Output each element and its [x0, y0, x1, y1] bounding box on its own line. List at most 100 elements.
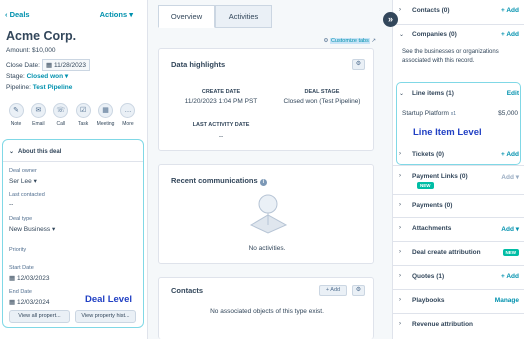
chevron-right-icon: ›	[399, 273, 401, 279]
activity-meeting-button[interactable]: ▦ Meeting	[96, 103, 116, 127]
deal-create-attribution-section[interactable]: › Deal create attribution NEW	[393, 246, 524, 260]
data-highlights-title: Data highlights	[171, 60, 226, 69]
activity-actions: ✎ Note ✉ Email ☏ Call ☑ Task ▦ Meeting … More	[6, 103, 138, 127]
create-date-value: 11/20/2023 1:04 PM PST	[184, 98, 258, 105]
deal-owner-label: Deal owner	[9, 168, 37, 174]
revenue-attribution-section[interactable]: › Revenue attribution	[393, 318, 524, 332]
phone-icon: ☏	[53, 103, 69, 118]
back-to-deals-link[interactable]: ‹ Deals	[5, 10, 30, 19]
line-items-highlight-box: Line Item Level	[396, 82, 521, 165]
chevron-right-icon: ›	[399, 7, 401, 13]
attachments-add[interactable]: Add ▾	[501, 225, 519, 233]
deal-owner-dropdown[interactable]: Ser Lee ▾	[9, 177, 37, 185]
chevron-right-icon: ›	[399, 321, 401, 327]
contacts-section[interactable]: › Contacts (0) + Add	[393, 4, 524, 18]
divider	[393, 165, 524, 166]
activity-email-button[interactable]: ✉ Email	[28, 103, 48, 127]
playbooks-manage[interactable]: Manage	[495, 297, 519, 304]
tab-activities[interactable]: Activities	[215, 5, 272, 28]
payment-links-section-label: Payment Links (0)	[412, 173, 468, 180]
activity-task-button[interactable]: ☑ Task	[73, 103, 93, 127]
divider	[393, 217, 524, 218]
divider	[393, 289, 524, 290]
more-icon: …	[120, 103, 136, 118]
info-icon[interactable]: i	[259, 179, 267, 186]
deal-type-dropdown[interactable]: New Business ▾	[9, 225, 55, 233]
divider	[393, 265, 524, 266]
collapse-sidebar-button[interactable]: »	[383, 12, 398, 27]
data-highlights-card: Data highlights ⚙ CREATE DATE 11/20/2023…	[158, 48, 374, 151]
activity-more-button[interactable]: … More	[118, 103, 138, 127]
start-date-label: Start Date	[9, 265, 34, 271]
last-contacted-label: Last contacted	[9, 192, 45, 198]
calendar-icon: ▦	[9, 275, 16, 282]
actions-dropdown[interactable]: Actions ▾	[100, 10, 133, 19]
priority-label: Priority	[9, 247, 27, 253]
create-date-label: CREATE DATE	[201, 89, 241, 95]
activity-note-button[interactable]: ✎ Note	[6, 103, 26, 127]
quotes-section[interactable]: › Quotes (1) + Add	[393, 270, 524, 284]
activity-label: More	[122, 121, 134, 127]
contacts-empty-text: No associated objects of this type exist…	[210, 308, 324, 315]
companies-description: See the businesses or organizations asso…	[402, 49, 499, 64]
quotes-section-add[interactable]: + Add	[501, 273, 519, 280]
new-badge: NEW	[417, 182, 434, 189]
activity-label: Meeting	[96, 121, 115, 127]
activity-label: Call	[56, 121, 66, 127]
recent-communications-label: Recent communications	[171, 176, 258, 185]
stage-value: Closed won	[26, 73, 64, 80]
divider	[393, 241, 524, 242]
start-date-field[interactable]: ▦ 12/03/2023	[9, 274, 50, 282]
attachments-section[interactable]: › Attachments Add ▾	[393, 222, 524, 236]
end-date-field[interactable]: ▦ 12/03/2024	[9, 298, 50, 306]
divider	[3, 161, 143, 162]
left-sidebar: ‹ Deals Actions ▾ Acme Corp. Amount: $10…	[0, 0, 148, 339]
amount-row: Amount: $10,000	[6, 47, 56, 54]
view-all-properties-button[interactable]: View all propert...	[9, 310, 70, 323]
actions-label: Actions	[99, 10, 128, 19]
playbooks-section-label: Playbooks	[412, 297, 445, 304]
quotes-section-label: Quotes (1)	[412, 273, 445, 280]
payments-section[interactable]: › Payments (0)	[393, 199, 524, 213]
view-property-history-button[interactable]: View property hist...	[75, 310, 136, 323]
amount-value[interactable]: $10,000	[32, 47, 56, 54]
playbooks-section[interactable]: › Playbooks Manage	[393, 294, 524, 308]
attachments-section-label: Attachments	[412, 225, 452, 232]
activity-label: Email	[32, 121, 45, 127]
back-label: Deals	[9, 10, 30, 19]
contacts-title: Contacts	[171, 286, 204, 295]
email-icon: ✉	[30, 103, 46, 118]
payments-section-label: Payments (0)	[412, 202, 453, 209]
divider	[393, 24, 524, 25]
payment-links-add[interactable]: Add ▾	[501, 173, 519, 181]
tab-overview[interactable]: Overview	[158, 5, 215, 28]
chevron-right-icon: ›	[399, 225, 401, 231]
attachments-add-label: Add	[501, 226, 514, 233]
companies-section-add[interactable]: + Add	[501, 31, 519, 38]
activity-call-button[interactable]: ☏ Call	[51, 103, 71, 127]
payment-links-add-label: Add	[501, 174, 514, 181]
about-header[interactable]: ⌄ About this deal	[9, 148, 65, 155]
contacts-settings-button[interactable]: ⚙	[352, 285, 365, 296]
line-item-level-annotation: Line Item Level	[413, 127, 482, 138]
calendar-icon: ▦	[45, 62, 53, 69]
companies-section[interactable]: ⌄ Companies (0) + Add	[393, 28, 524, 42]
deal-type-label: Deal type	[9, 216, 33, 222]
stage-dropdown[interactable]: Closed won ▾	[27, 73, 69, 80]
close-date-field[interactable]: ▦ 11/28/2023	[41, 59, 90, 71]
deal-level-annotation: Deal Level	[85, 294, 132, 305]
deal-stage-label: DEAL STAGE	[304, 89, 340, 95]
chevron-right-icon: ›	[399, 173, 401, 179]
chevron-down-icon: ⌄	[399, 32, 405, 38]
pipeline-value[interactable]: Test Pipeline	[33, 84, 73, 91]
gear-icon: ⚙	[323, 38, 329, 44]
start-date-value: 12/03/2023	[16, 275, 50, 282]
contacts-add-button[interactable]: + Add	[319, 285, 347, 296]
contacts-section-add[interactable]: + Add	[501, 7, 519, 14]
companies-section-label: Companies (0)	[412, 31, 457, 38]
amount-label: Amount:	[6, 47, 31, 54]
last-activity-value: --	[218, 133, 224, 140]
payment-links-section[interactable]: › Payment Links (0) NEW Add ▾	[393, 170, 524, 190]
customize-tabs-link[interactable]: ⚙ Customize tabs ↗	[323, 38, 376, 44]
settings-gear-button[interactable]: ⚙	[352, 59, 365, 70]
